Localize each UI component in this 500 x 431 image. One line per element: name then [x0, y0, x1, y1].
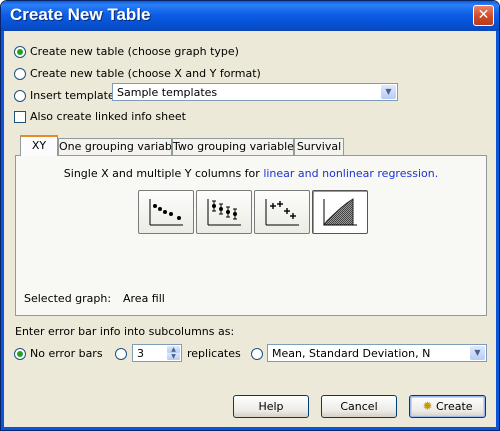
replicates-stepper[interactable]: 3 ▲ ▼	[132, 344, 182, 362]
description-text: Single X and multiple Y columns for	[63, 167, 264, 180]
stepper-up-icon[interactable]: ▲	[167, 346, 180, 353]
template-select[interactable]: Sample templates ▼	[112, 83, 398, 101]
radio-insert-template[interactable]	[14, 90, 26, 102]
tab-two-grouping-variables[interactable]: Two grouping variables	[172, 138, 300, 155]
help-button[interactable]: Help	[233, 395, 309, 418]
regression-link[interactable]: linear and nonlinear regression.	[263, 167, 438, 180]
replicates-label: replicates	[187, 347, 241, 360]
linked-info-checkbox[interactable]	[14, 111, 26, 123]
close-button[interactable]: ✕	[473, 5, 494, 26]
graph-button-area-fill[interactable]	[312, 190, 368, 234]
no-error-bars-label[interactable]: No error bars	[30, 347, 103, 360]
tab-xy[interactable]: XY	[20, 135, 58, 156]
choose-xy-format-label[interactable]: Create new table (choose X and Y format)	[30, 67, 261, 80]
create-new-table-dialog: Create New Table ✕ Create new table (cho…	[0, 0, 500, 431]
radio-statistic-format[interactable]	[251, 348, 263, 360]
title-bar: Create New Table ✕	[1, 1, 499, 31]
chevron-down-icon[interactable]: ▼	[381, 85, 396, 99]
cancel-button[interactable]: Cancel	[321, 395, 397, 418]
radio-replicates[interactable]	[115, 348, 127, 360]
statistic-format-value: Mean, Standard Deviation, N	[272, 347, 431, 360]
insert-template-label[interactable]: Insert template	[30, 89, 115, 102]
stepper-down-icon[interactable]: ▼	[167, 353, 180, 360]
choose-graph-type-label[interactable]: Create new table (choose graph type)	[30, 45, 239, 58]
area-fill-icon	[323, 198, 357, 226]
selected-graph-label: Selected graph:	[24, 292, 112, 305]
radio-no-error-bars[interactable]	[14, 348, 26, 360]
tab-survival[interactable]: Survival	[294, 138, 344, 155]
selected-graph-value: Area fill	[123, 292, 165, 305]
graph-button-scatter[interactable]	[138, 190, 194, 234]
radio-choose-xy-format[interactable]	[14, 68, 26, 80]
create-button-label: Create	[436, 400, 473, 413]
tab-panel-xy: Single X and multiple Y columns for line…	[15, 155, 487, 316]
window-frame-right	[496, 31, 499, 430]
linked-info-label[interactable]: Also create linked info sheet	[30, 110, 186, 123]
graph-type-description: Single X and multiple Y columns for line…	[16, 167, 486, 180]
graph-button-error-bars[interactable]	[196, 190, 252, 234]
radio-choose-graph-type[interactable]	[14, 46, 26, 58]
scatter-points-icon	[149, 199, 183, 226]
create-button[interactable]: ✹ Create	[409, 395, 486, 418]
create-star-icon: ✹	[422, 399, 433, 413]
scatter-star-icon	[265, 199, 299, 226]
replicates-value[interactable]: 3	[137, 347, 144, 360]
chevron-down-icon[interactable]: ▼	[470, 346, 485, 360]
window-frame-left	[1, 31, 4, 430]
window-title: Create New Table	[10, 5, 151, 24]
scatter-error-bars-icon	[207, 199, 241, 226]
graph-button-star-scatter[interactable]	[254, 190, 310, 234]
window-frame-bottom	[1, 427, 499, 430]
template-select-value: Sample templates	[117, 86, 218, 99]
statistic-format-select[interactable]: Mean, Standard Deviation, N ▼	[267, 344, 487, 362]
error-bar-prompt: Enter error bar info into subcolumns as:	[15, 325, 235, 338]
tab-one-grouping-variable[interactable]: One grouping variable	[58, 138, 182, 155]
